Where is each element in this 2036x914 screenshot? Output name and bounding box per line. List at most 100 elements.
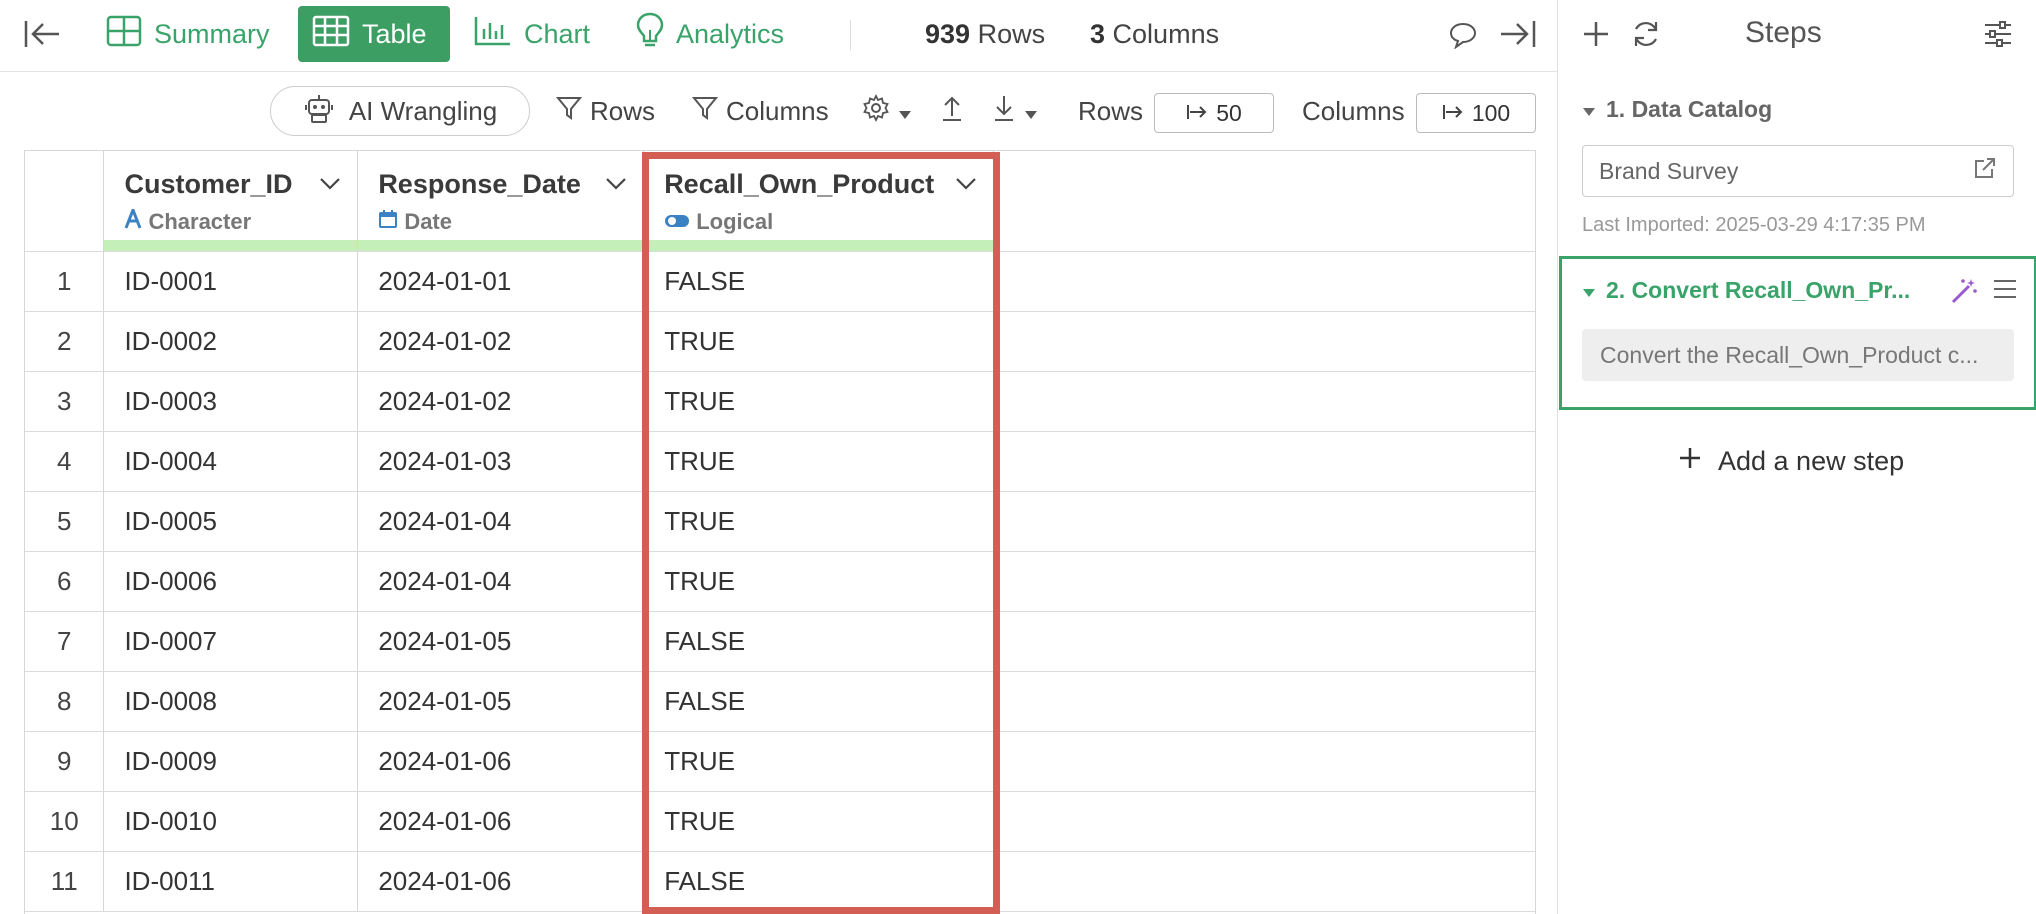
cell-customer-id[interactable]: ID-0006 bbox=[103, 551, 359, 612]
empty-cell bbox=[993, 731, 1535, 792]
tab-summary[interactable]: Summary bbox=[92, 6, 284, 62]
cell-customer-id[interactable]: ID-0011 bbox=[103, 851, 359, 912]
cell-recall-own-product[interactable]: TRUE bbox=[643, 311, 994, 372]
ai-wrangling-button[interactable]: AI Wrangling bbox=[270, 86, 530, 136]
cell-response-date[interactable]: 2024-01-05 bbox=[357, 671, 645, 732]
tab-table[interactable]: Table bbox=[298, 6, 450, 62]
table-row: 4 ID-0004 2024-01-03 TRUE bbox=[25, 431, 1535, 492]
column-name: Customer_ID bbox=[124, 169, 293, 199]
column-quality-bar bbox=[104, 239, 358, 251]
settings-dropdown[interactable] bbox=[862, 93, 912, 129]
chevron-down-icon[interactable] bbox=[319, 177, 341, 196]
step-2-header[interactable]: 2. Convert Recall_Own_Pr... bbox=[1582, 277, 1910, 304]
step-2-card[interactable]: 2. Convert Recall_Own_Pr... Convert the … bbox=[1559, 256, 2036, 410]
cell-response-date[interactable]: 2024-01-06 bbox=[357, 731, 645, 792]
comment-icon[interactable] bbox=[1446, 18, 1480, 52]
cell-recall-own-product[interactable]: TRUE bbox=[643, 551, 994, 612]
tab-summary-label: Summary bbox=[154, 18, 270, 49]
cell-response-date[interactable]: 2024-01-06 bbox=[357, 791, 645, 852]
jump-arrow-icon bbox=[1186, 100, 1208, 127]
row-number: 9 bbox=[25, 731, 105, 792]
chevron-down-icon[interactable] bbox=[605, 177, 627, 196]
empty-cell bbox=[993, 431, 1535, 492]
data-source-name: Brand Survey bbox=[1599, 157, 1739, 184]
cell-recall-own-product[interactable]: FALSE bbox=[643, 851, 994, 912]
cell-customer-id[interactable]: ID-0003 bbox=[103, 371, 359, 432]
column-name: Response_Date bbox=[378, 169, 581, 199]
column-type-label: Character bbox=[148, 209, 252, 234]
hamburger-menu-icon[interactable] bbox=[1992, 277, 2018, 306]
cell-response-date[interactable]: 2024-01-03 bbox=[357, 431, 645, 492]
chevron-down-icon[interactable] bbox=[955, 177, 977, 196]
cell-response-date[interactable]: 2024-01-02 bbox=[357, 311, 645, 372]
magic-wand-icon[interactable] bbox=[1950, 277, 1978, 310]
cell-response-date[interactable]: 2024-01-04 bbox=[357, 551, 645, 612]
column-name: Recall_Own_Product bbox=[664, 169, 935, 199]
rows-limit-input[interactable]: 50 bbox=[1154, 93, 1274, 133]
collapse-right-icon[interactable] bbox=[1496, 16, 1540, 52]
step-2-title: 2. Convert Recall_Own_Pr... bbox=[1606, 277, 1911, 303]
sort-ascending-button[interactable] bbox=[940, 94, 964, 128]
empty-cell bbox=[993, 371, 1535, 432]
cell-recall-own-product[interactable]: TRUE bbox=[643, 791, 994, 852]
collapse-left-icon[interactable] bbox=[22, 16, 62, 52]
table-row: 7 ID-0007 2024-01-05 FALSE bbox=[25, 611, 1535, 672]
cell-response-date[interactable]: 2024-01-04 bbox=[357, 491, 645, 552]
column-type: Date bbox=[378, 209, 452, 235]
cell-customer-id[interactable]: ID-0009 bbox=[103, 731, 359, 792]
cell-recall-own-product[interactable]: TRUE bbox=[643, 431, 994, 492]
cell-recall-own-product[interactable]: FALSE bbox=[643, 671, 994, 732]
row-number: 2 bbox=[25, 311, 105, 372]
data-table: Customer_ID Character Response_Date Date… bbox=[25, 151, 1535, 912]
gear-icon bbox=[862, 93, 890, 129]
tab-analytics[interactable]: Analytics bbox=[622, 6, 798, 62]
column-header-recall-own-product[interactable]: Recall_Own_Product Logical bbox=[643, 151, 994, 252]
data-source-box[interactable]: Brand Survey bbox=[1582, 145, 2014, 197]
column-header-customer-id[interactable]: Customer_ID Character bbox=[103, 151, 359, 252]
robot-icon bbox=[303, 92, 335, 131]
empty-cell bbox=[993, 491, 1535, 552]
cell-response-date[interactable]: 2024-01-01 bbox=[357, 251, 645, 312]
refresh-icon[interactable] bbox=[1626, 14, 1666, 54]
cell-customer-id[interactable]: ID-0002 bbox=[103, 311, 359, 372]
columns-limit-input[interactable]: 100 bbox=[1416, 93, 1536, 133]
step-1-header[interactable]: 1. Data Catalog bbox=[1582, 96, 1772, 123]
cell-recall-own-product[interactable]: TRUE bbox=[643, 371, 994, 432]
add-step-button[interactable]: Add a new step bbox=[1678, 446, 1904, 477]
step-2-description: Convert the Recall_Own_Product c... bbox=[1582, 329, 2014, 381]
column-header-response-date[interactable]: Response_Date Date bbox=[357, 151, 645, 252]
sliders-icon[interactable] bbox=[1978, 14, 2018, 54]
cell-recall-own-product[interactable]: TRUE bbox=[643, 731, 994, 792]
columns-filter-button[interactable]: Columns bbox=[691, 94, 829, 128]
empty-cell bbox=[993, 791, 1535, 852]
table-toolbar: AI Wrangling Rows Columns Rows 50 Column… bbox=[0, 72, 1557, 150]
rows-filter-button[interactable]: Rows bbox=[555, 94, 655, 128]
empty-header-space bbox=[993, 151, 1535, 252]
cell-response-date[interactable]: 2024-01-02 bbox=[357, 371, 645, 432]
plus-icon[interactable] bbox=[1576, 14, 1616, 54]
top-bar: Summary Table Chart Analytics 939 Rows 3… bbox=[0, 0, 1557, 72]
column-type-label: Logical bbox=[696, 209, 774, 234]
cell-customer-id[interactable]: ID-0001 bbox=[103, 251, 359, 312]
data-grid: Customer_ID Character Response_Date Date… bbox=[24, 150, 1536, 914]
row-number: 4 bbox=[25, 431, 105, 492]
sort-descending-dropdown[interactable] bbox=[992, 94, 1038, 128]
summary-grid-icon bbox=[106, 15, 142, 54]
cell-response-date[interactable]: 2024-01-06 bbox=[357, 851, 645, 912]
cell-recall-own-product[interactable]: FALSE bbox=[643, 611, 994, 672]
cell-customer-id[interactable]: ID-0008 bbox=[103, 671, 359, 732]
arrow-down-icon bbox=[992, 94, 1016, 129]
tab-chart[interactable]: Chart bbox=[460, 6, 604, 62]
rows-limit-value: 50 bbox=[1216, 99, 1242, 126]
external-link-icon[interactable] bbox=[1973, 156, 1997, 186]
cell-customer-id[interactable]: ID-0005 bbox=[103, 491, 359, 552]
cell-customer-id[interactable]: ID-0007 bbox=[103, 611, 359, 672]
cell-response-date[interactable]: 2024-01-05 bbox=[357, 611, 645, 672]
cell-customer-id[interactable]: ID-0004 bbox=[103, 431, 359, 492]
cell-recall-own-product[interactable]: TRUE bbox=[643, 491, 994, 552]
character-type-icon bbox=[124, 205, 142, 235]
empty-cell bbox=[993, 611, 1535, 672]
cell-customer-id[interactable]: ID-0010 bbox=[103, 791, 359, 852]
cell-recall-own-product[interactable]: FALSE bbox=[643, 251, 994, 312]
row-count-value: 939 bbox=[925, 19, 971, 49]
